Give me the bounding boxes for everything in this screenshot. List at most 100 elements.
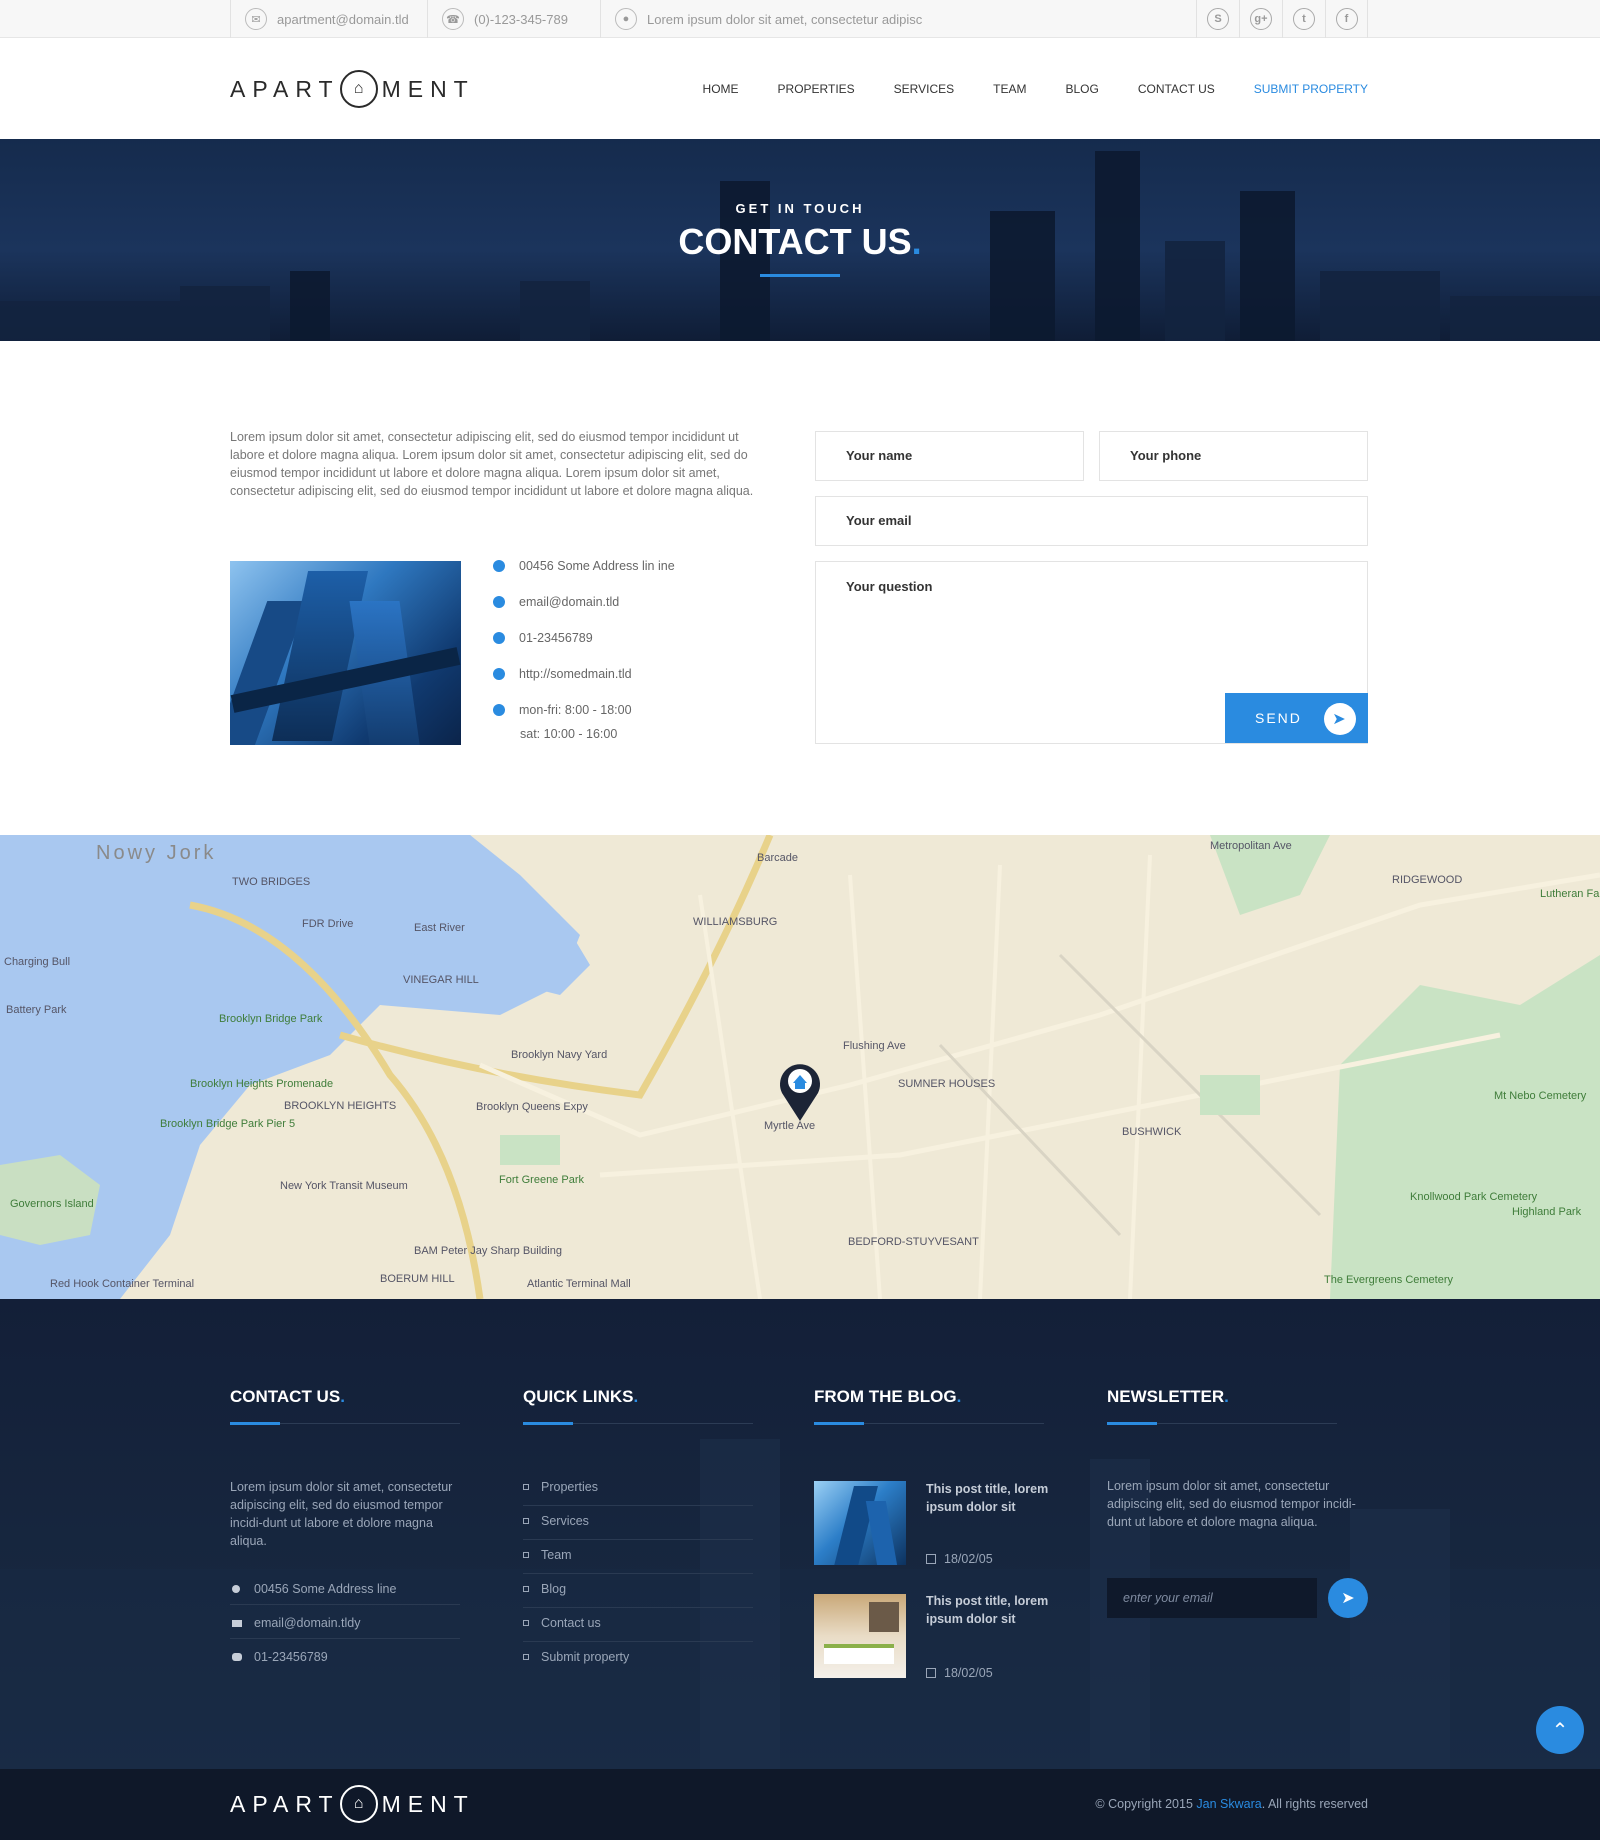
phone-icon: ☎ xyxy=(442,8,464,30)
main-nav: HOME PROPERTIES SERVICES TEAM BLOG CONTA… xyxy=(664,38,1368,139)
footer-link-team[interactable]: Team xyxy=(523,1548,572,1562)
blog-post-date: 18/02/05 xyxy=(926,1552,993,1566)
location-map[interactable]: Nowy Jork TWO BRIDGES East River WILLIAM… xyxy=(0,835,1600,1299)
paper-plane-icon: ➤ xyxy=(1341,1590,1355,1607)
contact-email[interactable]: email@domain.tld xyxy=(493,595,793,609)
topbar-email[interactable]: ✉ apartment@domain.tld xyxy=(230,0,409,38)
contact-hours-week: mon-fri: 8:00 - 18:00 xyxy=(519,703,632,717)
paper-plane-icon: ➤ xyxy=(1324,703,1356,735)
footer-skyline xyxy=(1350,1509,1450,1769)
footer-links-title: QUICK LINKS. xyxy=(523,1387,753,1407)
square-bullet-icon xyxy=(523,1586,529,1592)
footer-links-title-text: QUICK LINKS xyxy=(523,1387,634,1406)
topbar-phone-text: (0)-123-345-789 xyxy=(474,11,568,27)
map-label: Nowy Jork xyxy=(96,842,216,864)
location-pin-icon: ● xyxy=(615,8,637,30)
footer-contact-column: CONTACT US. xyxy=(230,1387,460,1425)
twitter-link[interactable]: t xyxy=(1282,0,1325,38)
footer-newsletter-column: NEWSLETTER. xyxy=(1107,1387,1337,1425)
contact-phone[interactable]: 01-23456789 xyxy=(493,631,793,645)
footer-email[interactable]: email@domain.tldy xyxy=(232,1616,360,1630)
logo-text-right: MENT xyxy=(381,75,475,102)
rail-line xyxy=(938,953,1322,1237)
footer-link-submit-property[interactable]: Submit property xyxy=(523,1650,629,1664)
square-bullet-icon xyxy=(523,1654,529,1660)
footer-link-services[interactable]: Services xyxy=(523,1514,589,1528)
copyright-prefix: Copyright 2015 xyxy=(1108,1797,1193,1811)
map-label: Myrtle Ave xyxy=(764,1120,815,1132)
skyline-building xyxy=(0,301,180,341)
nav-team[interactable]: TEAM xyxy=(993,82,1026,96)
blog-post-title[interactable]: This post title, lorem ipsum dolor sit xyxy=(926,1480,1051,1516)
property-marker-icon[interactable] xyxy=(780,1064,820,1121)
map-label: Metropolitan Ave xyxy=(1210,840,1292,852)
copyright: © Copyright 2015 Jan Skwara. All rights … xyxy=(1095,1797,1368,1811)
nav-contact-us[interactable]: CONTACT US xyxy=(1138,82,1215,96)
footer-title-dot: . xyxy=(1224,1387,1229,1406)
map-label: RIDGEWOOD xyxy=(1392,874,1462,886)
footer-logo[interactable]: APART ⌂ MENT xyxy=(230,1785,475,1823)
divider xyxy=(523,1505,753,1506)
author-link[interactable]: Jan Skwara xyxy=(1196,1797,1261,1811)
footer-title-dot: . xyxy=(340,1387,345,1406)
site-header: APART ⌂ MENT HOME PROPERTIES SERVICES TE… xyxy=(0,38,1600,139)
topbar-phone[interactable]: ☎ (0)-123-345-789 xyxy=(427,0,568,38)
nav-properties[interactable]: PROPERTIES xyxy=(778,82,855,96)
send-label: SEND xyxy=(1255,710,1302,726)
logo[interactable]: APART ⌂ MENT xyxy=(230,70,475,108)
skype-icon: S xyxy=(1207,8,1229,30)
newsletter-email-input[interactable]: enter your email xyxy=(1107,1578,1317,1618)
facebook-icon: f xyxy=(1335,8,1358,30)
map-label: Knollwood Park Cemetery xyxy=(1410,1191,1538,1203)
footer-newsletter-title-text: NEWSLETTER xyxy=(1107,1387,1225,1406)
footer-link-properties[interactable]: Properties xyxy=(523,1480,598,1494)
map-label: Red Hook Container Terminal xyxy=(50,1278,194,1290)
logo-text-left: APART xyxy=(230,75,340,102)
contact-hours: mon-fri: 8:00 - 18:00 sat: 10:00 - 16:00 xyxy=(493,703,793,741)
skyline-building xyxy=(290,271,330,341)
footer-blog-title: FROM THE BLOG. xyxy=(814,1387,1044,1407)
scroll-to-top-button[interactable]: ⌃ xyxy=(1536,1706,1584,1754)
divider xyxy=(523,1573,753,1574)
contact-website[interactable]: http://somedmain.tld xyxy=(493,667,793,681)
footer-title-rule xyxy=(1107,1422,1337,1425)
map-label: BUSHWICK xyxy=(1122,1126,1182,1138)
blog-thumbnail[interactable] xyxy=(814,1481,906,1565)
newsletter-submit-button[interactable]: ➤ xyxy=(1328,1578,1368,1618)
blog-thumbnail[interactable] xyxy=(814,1594,906,1678)
facebook-link[interactable]: f xyxy=(1325,0,1368,38)
photo-shape xyxy=(824,1644,894,1664)
nav-services[interactable]: SERVICES xyxy=(894,82,954,96)
footer-link-blog[interactable]: Blog xyxy=(523,1582,566,1596)
nav-home[interactable]: HOME xyxy=(703,82,739,96)
footer-link-label: Blog xyxy=(541,1582,567,1596)
footer-address-text: 00456 Some Address line xyxy=(254,1582,397,1596)
footer-link-label: Team xyxy=(541,1548,572,1562)
send-button[interactable]: SEND ➤ xyxy=(1225,693,1368,743)
phone-field[interactable]: Your phone xyxy=(1099,431,1368,481)
map-graphic: Nowy Jork TWO BRIDGES East River WILLIAM… xyxy=(0,835,1600,1299)
photo-shape xyxy=(865,1501,899,1565)
footer-blog-title-text: FROM THE BLOG xyxy=(814,1387,957,1406)
location-pin-icon xyxy=(493,560,505,572)
footer-link-label: Submit property xyxy=(541,1650,630,1664)
skyline-building xyxy=(1320,271,1440,341)
footer-title-dot: . xyxy=(633,1387,639,1406)
google-plus-link[interactable]: g+ xyxy=(1239,0,1282,38)
house-logo-icon: ⌂ xyxy=(339,70,378,108)
footer-title-dot: . xyxy=(956,1387,962,1406)
contact-address: 00456 Some Address lin ine xyxy=(493,559,793,573)
nav-submit-property[interactable]: SUBMIT PROPERTY xyxy=(1254,82,1368,96)
nav-blog[interactable]: BLOG xyxy=(1065,82,1098,96)
name-field[interactable]: Your name xyxy=(815,431,1084,481)
page-title: CONTACT US. xyxy=(0,221,1600,263)
footer-phone[interactable]: 01-23456789 xyxy=(232,1650,328,1664)
footer-link-contact-us[interactable]: Contact us xyxy=(523,1616,601,1630)
skype-link[interactable]: S xyxy=(1196,0,1239,38)
divider xyxy=(523,1607,753,1608)
email-field[interactable]: Your email xyxy=(815,496,1368,546)
footer-email-text: email@domain.tldy xyxy=(254,1616,361,1630)
square-bullet-icon xyxy=(523,1518,529,1524)
house-logo-icon: ⌂ xyxy=(339,1785,378,1823)
blog-post-title[interactable]: This post title, lorem ipsum dolor sit xyxy=(926,1592,1051,1628)
